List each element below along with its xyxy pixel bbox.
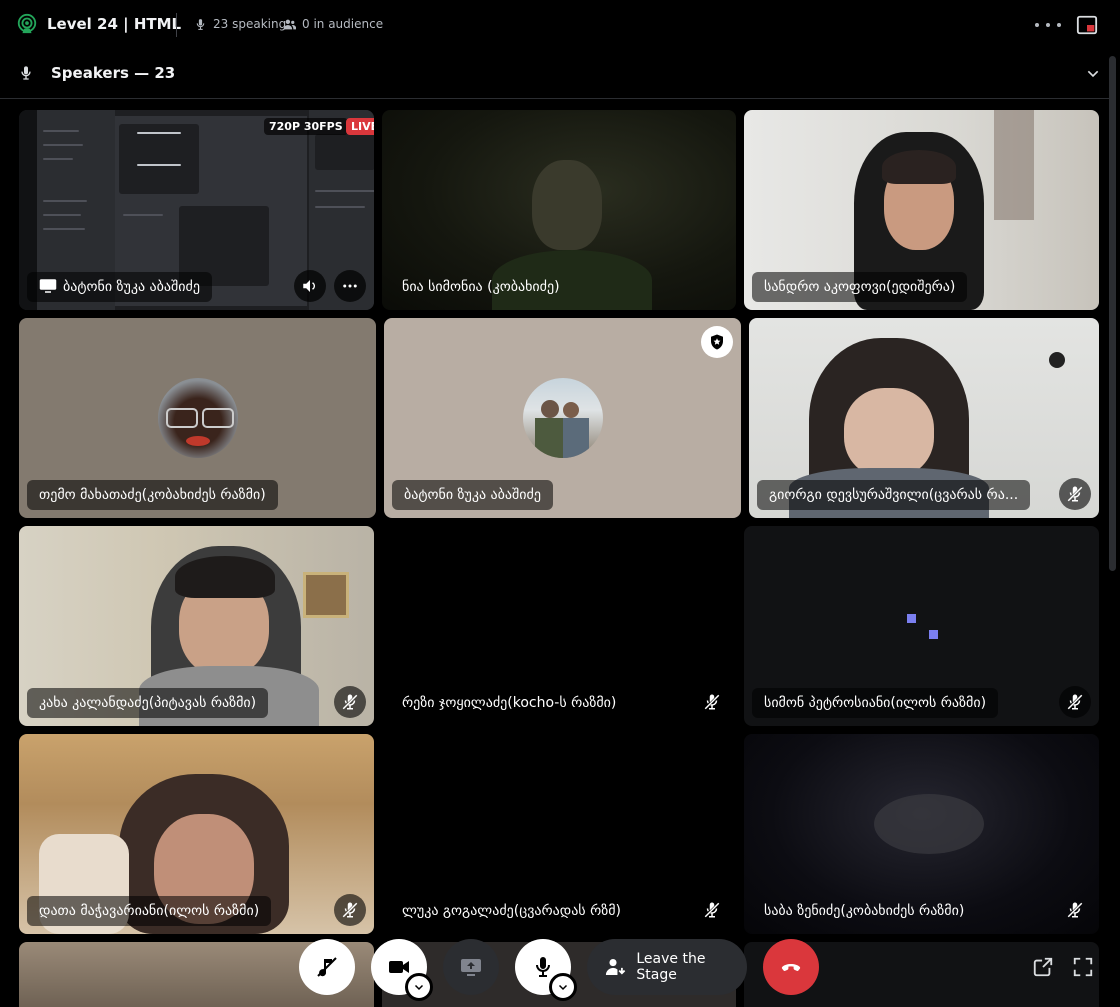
microphone-button[interactable]	[515, 939, 577, 1001]
avatar	[523, 378, 603, 458]
muted-mic-icon	[704, 902, 720, 918]
camera-icon	[389, 961, 409, 973]
participant-name-text: ბატონი ზუკა აბაშიძე	[63, 279, 200, 295]
participant-name: ბატონი ზუკა აბაშიძე	[27, 272, 212, 302]
participant-name: საბა ზენიძე(კობახიძეს რაზმი)	[764, 903, 965, 919]
avatar	[158, 378, 238, 458]
leave-stage-label: Leave the Stage	[636, 951, 706, 983]
participant-name: თემო მახათაძე(კობახიძეს რაზმი)	[27, 480, 278, 510]
disconnect-button[interactable]	[763, 939, 819, 995]
camera-options-button[interactable]	[405, 973, 433, 1001]
participant-name: სანდრო აკოფოვი(ედიშერა)	[752, 272, 968, 302]
moderator-icon	[711, 334, 723, 350]
stage-header: Level 24 | HTML 23 speaking 0 in audienc…	[0, 0, 1120, 50]
more-icon	[1035, 23, 1039, 27]
people-icon	[283, 19, 296, 29]
muted-mic-icon	[1067, 486, 1083, 502]
mute-indicator	[334, 894, 366, 926]
mute-indicator	[1059, 894, 1091, 926]
volume-icon	[303, 280, 316, 292]
leave-icon	[605, 958, 626, 976]
muted-mic-icon	[342, 694, 358, 710]
stage-title: Level 24 | HTML	[47, 15, 182, 33]
mute-indicator	[696, 686, 728, 718]
fullscreen-icon[interactable]	[1072, 956, 1094, 978]
screen-icon	[39, 279, 57, 293]
participant-name: ნია სიმონია (კობახიძე)	[402, 279, 560, 295]
popout-icon[interactable]	[1076, 14, 1098, 36]
chevron-down-icon	[558, 984, 568, 991]
participant-tile[interactable]: კახა კალანდაძე(პიტავას რაზმი)	[19, 526, 374, 726]
participant-name: დათა მაჭავარიანი(ილოს რაზმი)	[27, 896, 272, 926]
participant-tile[interactable]: ლუკა გოგალაძე(ცვარადას რზმ)	[382, 734, 736, 934]
microphone-icon	[21, 66, 31, 80]
scrollbar[interactable]	[1109, 56, 1116, 571]
screenshare-tile[interactable]: 720P 30FPS LIVE ბატონი ზუკა აბაშიძე	[19, 110, 374, 310]
participant-tile[interactable]: დათა მაჭავარიანი(ილოს რაზმი)	[19, 734, 374, 934]
chevron-down-icon[interactable]	[1085, 66, 1101, 82]
participant-name: სიმონ პეტროსიანი(ილოს რაზმი)	[752, 688, 999, 718]
participant-tile[interactable]: ნია სიმონია (კობახიძე)	[382, 110, 736, 310]
participant-tile[interactable]: სანდრო აკოფოვი(ედიშერა)	[744, 110, 1099, 310]
end-call-icon	[781, 964, 801, 971]
participant-tile[interactable]: თემო მახათაძე(კობახიძეს რაზმი)	[19, 318, 376, 518]
speaking-count-label: 23 speaking	[213, 17, 287, 31]
loading-dot	[907, 614, 916, 623]
participant-tile[interactable]: გიორგი დევსურაშვილი(ცვარას რა...	[749, 318, 1099, 518]
muted-mic-icon	[704, 694, 720, 710]
muted-mic-icon	[1067, 902, 1083, 918]
screenshare-icon	[461, 959, 481, 976]
participant-tile[interactable]: სიმონ პეტროსიანი(ილოს რაზმი)	[744, 526, 1099, 726]
stage-icon	[17, 13, 37, 34]
loading-dot	[929, 630, 938, 639]
microphone-options-button[interactable]	[549, 973, 577, 1001]
microphone-icon	[536, 957, 550, 977]
speakers-label: Speakers — 23	[51, 64, 176, 82]
video-feed	[532, 160, 602, 250]
audience-count-label: 0 in audience	[302, 17, 384, 31]
mute-indicator	[334, 686, 366, 718]
muted-mic-icon	[1067, 694, 1083, 710]
speakers-section-header[interactable]: Speakers — 23	[0, 50, 1110, 99]
participant-name: რეზი ჯოყილაძე(kocho-ს რაზმი)	[402, 695, 617, 711]
microphone-icon	[196, 18, 205, 30]
more-options-button[interactable]	[1035, 16, 1061, 34]
muted-mic-icon	[342, 902, 358, 918]
more-icon	[343, 284, 357, 288]
speaking-count: 23 speaking	[194, 17, 286, 31]
leave-stage-button[interactable]: Leave the Stage	[587, 939, 747, 995]
header-divider	[176, 13, 177, 37]
screenshare-button[interactable]	[443, 939, 499, 995]
camera-button[interactable]	[371, 939, 433, 1001]
deafen-button[interactable]	[299, 939, 355, 995]
resolution-badge: 720P 30FPS	[264, 118, 348, 135]
chevron-down-icon	[414, 984, 424, 991]
participant-name: გიორგი დევსურაშვილი(ცვარას რა...	[757, 480, 1031, 510]
participant-tile[interactable]: ბატონი ზუკა აბაშიძე	[384, 318, 741, 518]
mute-indicator	[1059, 478, 1091, 510]
participant-name: ლუკა გოგალაძე(ცვარადას რზმ)	[402, 903, 621, 919]
volume-button[interactable]	[294, 270, 326, 302]
participant-name: კახა კალანდაძე(პიტავას რაზმი)	[27, 688, 269, 718]
participant-name: ბატონი ზუკა აბაშიძე	[392, 480, 553, 510]
participant-tile[interactable]: რეზი ჯოყილაძე(kocho-ს რაზმი)	[382, 526, 736, 726]
open-external-icon[interactable]	[1032, 956, 1054, 978]
live-badge: LIVE	[346, 118, 374, 135]
mute-indicator	[696, 894, 728, 926]
video-feed	[874, 794, 984, 854]
more-options-button[interactable]	[334, 270, 366, 302]
sound-muted-icon	[317, 957, 337, 977]
audience-count: 0 in audience	[283, 17, 383, 31]
mute-indicator	[1059, 686, 1091, 718]
participant-tile[interactable]: საბა ზენიძე(კობახიძეს რაზმი)	[744, 734, 1099, 934]
moderator-badge	[701, 326, 733, 358]
